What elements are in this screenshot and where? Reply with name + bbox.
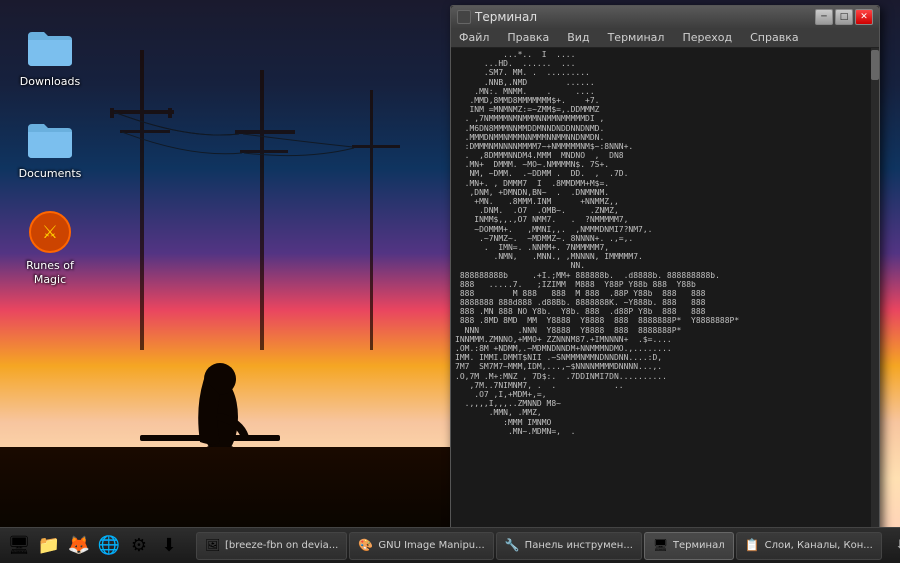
- task-panel[interactable]: 🔧 Панель инструмен...: [496, 532, 642, 560]
- task-breeze-icon: 🖼: [205, 538, 221, 554]
- terminal-titlebar: Терминал ─ □ ✕: [451, 6, 879, 28]
- task-channels-label: Слои, Каналы, Кон...: [765, 540, 873, 551]
- task-panel-icon: 🔧: [505, 538, 521, 554]
- taskbar-launcher-folder[interactable]: 📁: [35, 532, 63, 560]
- taskbar-systray: ⬇ 🔊 📶 31° 29° 61° US 00:13 суббота: [884, 535, 900, 557]
- desktop: Downloads Documents ⚔ Runes of Magic: [0, 0, 900, 563]
- game-icon-runes: ⚔: [26, 208, 74, 256]
- task-terminal-icon: 🖥: [653, 538, 669, 554]
- terminal-window-controls: ─ □ ✕: [815, 9, 873, 25]
- task-channels-icon: 📋: [745, 538, 761, 554]
- task-panel-label: Панель инструмен...: [525, 540, 633, 551]
- taskbar-launcher-settings[interactable]: ⚙: [125, 532, 153, 560]
- taskbar-tasks: 🖼 [breeze-fbn on devia... 🎨 GNU Image Ma…: [194, 528, 884, 563]
- desktop-icon-runes-label: Runes of Magic: [14, 259, 86, 285]
- terminal-menubar: Файл Правка Вид Терминал Переход Справка: [451, 28, 879, 48]
- task-terminal[interactable]: 🖥 Терминал: [644, 532, 734, 560]
- taskbar-launcher-terminal[interactable]: 🖥: [5, 532, 33, 560]
- taskbar-launcher-firefox[interactable]: 🦊: [65, 532, 93, 560]
- minimize-button[interactable]: ─: [815, 9, 833, 25]
- desktop-icon-downloads-label: Downloads: [20, 75, 80, 88]
- task-breeze[interactable]: 🖼 [breeze-fbn on devia...: [196, 532, 347, 560]
- task-gimp-label: GNU Image Manipu...: [378, 540, 484, 551]
- terminal-app-icon: [457, 10, 471, 24]
- menu-help[interactable]: Справка: [746, 29, 802, 46]
- task-gimp[interactable]: 🎨 GNU Image Manipu...: [349, 532, 493, 560]
- desktop-icon-runes-of-magic[interactable]: ⚔ Runes of Magic: [10, 204, 90, 289]
- systray-torrent[interactable]: ⬇: [890, 535, 900, 557]
- taskbar-launcher-download[interactable]: ⬇: [155, 532, 183, 560]
- terminal-window: Терминал ─ □ ✕ Файл Правка Вид Терминал …: [450, 5, 880, 560]
- close-button[interactable]: ✕: [855, 9, 873, 25]
- desktop-icons: Downloads Documents ⚔ Runes of Magic: [10, 20, 90, 290]
- utility-poles: [80, 50, 430, 350]
- menu-view[interactable]: Вид: [563, 29, 593, 46]
- terminal-title-label: Терминал: [475, 10, 537, 24]
- menu-file[interactable]: Файл: [455, 29, 493, 46]
- terminal-scrollbar[interactable]: [871, 48, 879, 559]
- ground: [0, 447, 460, 527]
- terminal-title: Терминал: [457, 10, 537, 24]
- menu-edit[interactable]: Правка: [503, 29, 553, 46]
- menu-terminal[interactable]: Терминал: [604, 29, 669, 46]
- taskbar: 🖥 📁 🦊 🌐 ⚙ ⬇ 🖼 [breeze-fbn on devia... 🎨 …: [0, 527, 900, 563]
- desktop-icon-documents-label: Documents: [19, 167, 82, 180]
- desktop-icon-downloads[interactable]: Downloads: [10, 20, 90, 92]
- menu-goto[interactable]: Переход: [678, 29, 736, 46]
- task-channels[interactable]: 📋 Слои, Каналы, Кон...: [736, 532, 882, 560]
- terminal-scrollbar-thumb[interactable]: [871, 50, 879, 80]
- taskbar-launcher-chrome[interactable]: 🌐: [95, 532, 123, 560]
- folder-icon-downloads: [26, 24, 74, 72]
- maximize-button[interactable]: □: [835, 9, 853, 25]
- terminal-output: ...*.. I .... ...HD. ...... ... .SM7. MM…: [455, 50, 875, 557]
- svg-text:⚔: ⚔: [42, 222, 58, 243]
- task-gimp-icon: 🎨: [358, 538, 374, 554]
- task-breeze-label: [breeze-fbn on devia...: [225, 540, 338, 551]
- desktop-icon-documents[interactable]: Documents: [10, 112, 90, 184]
- folder-icon-documents: [26, 116, 74, 164]
- task-terminal-label: Терминал: [673, 540, 725, 551]
- terminal-content[interactable]: ...*.. I .... ...HD. ...... ... .SM7. MM…: [451, 48, 879, 559]
- taskbar-launcher: 🖥 📁 🦊 🌐 ⚙ ⬇: [0, 528, 188, 563]
